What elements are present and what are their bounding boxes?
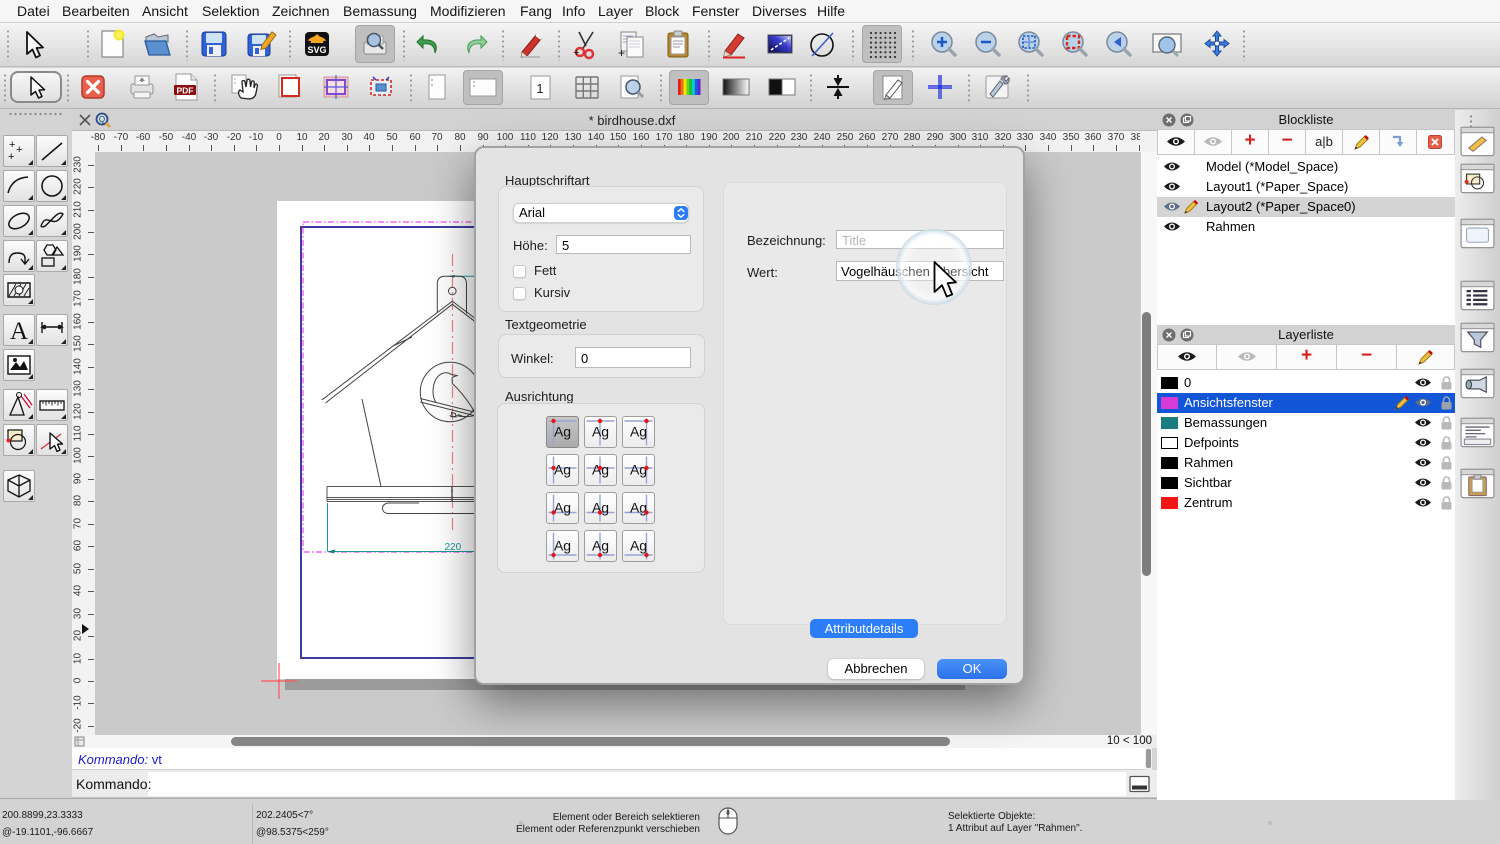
svg-text:SVG: SVG: [307, 45, 326, 55]
svg-text:Ag: Ag: [630, 424, 647, 440]
svg-text:+: +: [618, 46, 625, 60]
svg-text:Ag: Ag: [554, 500, 571, 516]
svg-text:Ag: Ag: [554, 538, 571, 554]
svg-text:+: +: [16, 144, 22, 156]
svg-text:220: 220: [445, 542, 462, 553]
svg-text:Ag: Ag: [630, 538, 647, 554]
svg-text:+: +: [573, 47, 579, 59]
svg-text:PDF: PDF: [177, 86, 194, 96]
svg-text:Ag: Ag: [592, 538, 609, 554]
svg-text:+: +: [9, 139, 15, 151]
svg-text:Ag: Ag: [554, 424, 571, 440]
svg-text:Ag: Ag: [592, 424, 609, 440]
svg-text:A: A: [10, 318, 28, 345]
svg-text:Ag: Ag: [630, 462, 647, 478]
svg-text:Ag: Ag: [554, 462, 571, 478]
svg-text:1: 1: [536, 81, 543, 96]
svg-text:+: +: [8, 151, 14, 163]
